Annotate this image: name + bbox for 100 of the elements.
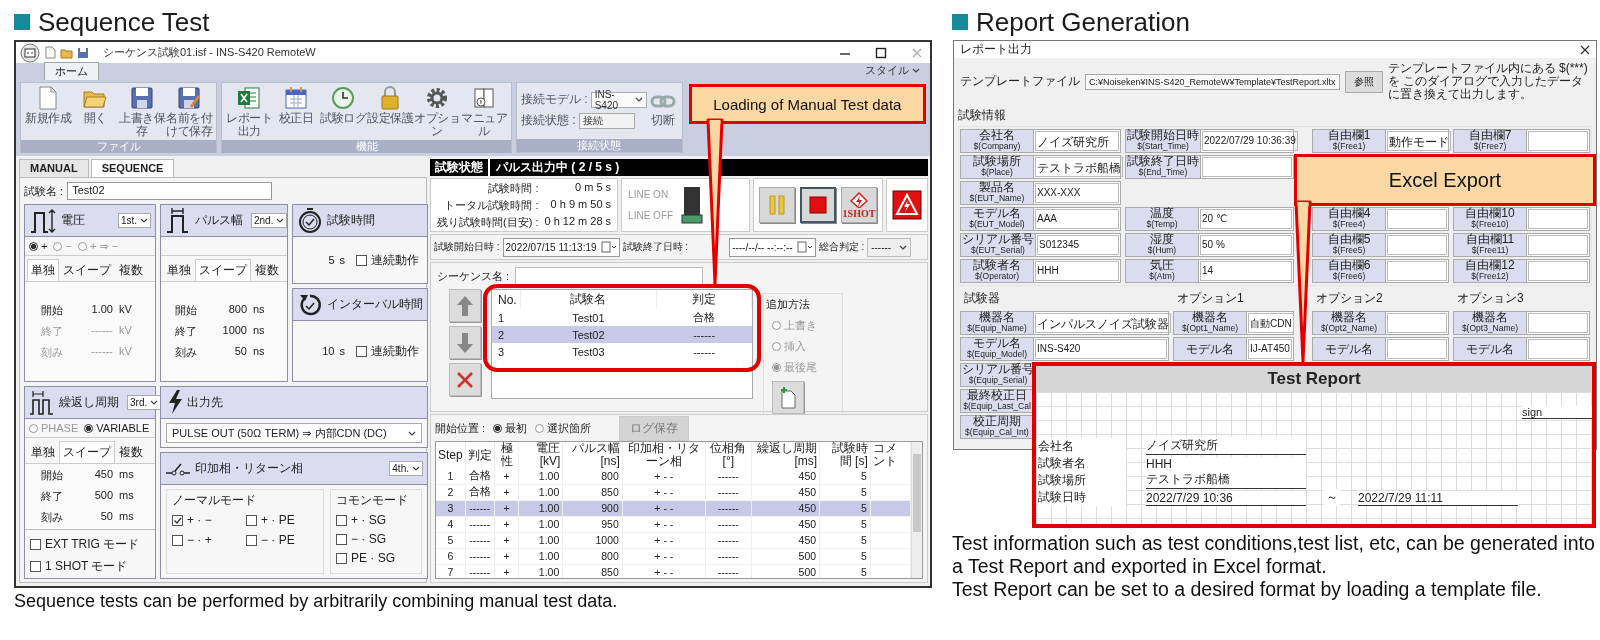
checkbox[interactable]: + · − bbox=[172, 513, 234, 527]
text-field[interactable] bbox=[1387, 339, 1447, 359]
test-name-field[interactable]: Test02 bbox=[67, 182, 273, 200]
document-icon[interactable] bbox=[44, 46, 56, 59]
tab[interactable]: ホーム bbox=[44, 62, 99, 80]
style-menu[interactable]: スタイル bbox=[865, 63, 920, 78]
order-select[interactable]: 4th. bbox=[389, 461, 423, 476]
tab[interactable]: スイープ bbox=[59, 259, 115, 281]
text-field[interactable]: AAA bbox=[1035, 209, 1119, 229]
order-select[interactable]: 3rd. bbox=[127, 395, 162, 410]
checkbox[interactable]: EXT TRIG モード bbox=[30, 536, 150, 553]
ribbon-button[interactable]: マニュアル bbox=[461, 85, 507, 138]
text-field[interactable]: IJ-AT450 bbox=[1248, 339, 1292, 359]
checkbox[interactable]: PE · SG bbox=[336, 551, 416, 565]
tab[interactable]: スイープ bbox=[195, 259, 251, 281]
text-field[interactable]: 自動CDN bbox=[1248, 313, 1294, 333]
tab[interactable]: MANUAL bbox=[19, 159, 89, 177]
maximize-icon[interactable] bbox=[874, 45, 888, 60]
text-field[interactable]: 2022/07/29 10:36:39 bbox=[1202, 131, 1298, 151]
close-icon[interactable] bbox=[1580, 44, 1590, 55]
delete-button[interactable] bbox=[449, 363, 481, 396]
output-select[interactable]: PULSE OUT (50Ω TERM) ⇒ 内部CDN (DC) bbox=[166, 423, 422, 443]
text-field[interactable]: インパルスノイズ試験器 bbox=[1035, 313, 1171, 333]
app-logo-icon[interactable] bbox=[20, 42, 40, 63]
text-field[interactable] bbox=[1202, 157, 1292, 177]
radio-option[interactable]: VARIABLE bbox=[84, 422, 150, 434]
checkbox[interactable]: 連続動作 bbox=[356, 342, 419, 360]
text-field[interactable] bbox=[1528, 235, 1588, 255]
model-select[interactable]: INS-S420 bbox=[590, 91, 647, 108]
order-select[interactable]: 2nd. bbox=[251, 213, 288, 228]
checkbox[interactable]: 1 SHOT モード bbox=[30, 558, 150, 575]
ribbon-button[interactable]: 試験ログ bbox=[320, 85, 366, 125]
text-field[interactable]: S012345 bbox=[1037, 235, 1119, 255]
template-path-field[interactable]: C:¥Noiseken¥INS-S420_RemoteW¥Template¥TestReport.xltx bbox=[1085, 73, 1340, 90]
text-field[interactable]: テストラボ船橋 bbox=[1035, 157, 1123, 177]
tab[interactable]: 単独 bbox=[163, 259, 195, 281]
radio-option[interactable]: 最初 bbox=[493, 420, 528, 436]
ribbon-button[interactable]: 上書き保存 bbox=[119, 85, 165, 138]
folder-icon[interactable] bbox=[60, 46, 73, 59]
ribbon-button[interactable]: 名前を付けて保存 bbox=[166, 85, 212, 138]
text-field[interactable]: 動作モード bbox=[1387, 131, 1451, 151]
checkbox[interactable]: − · SG bbox=[336, 532, 416, 546]
pause-button[interactable] bbox=[759, 187, 795, 223]
text-field[interactable] bbox=[1528, 261, 1588, 281]
ribbon-button[interactable]: 開く bbox=[72, 85, 118, 125]
tab[interactable]: 単独 bbox=[27, 259, 59, 281]
sequence-name-field[interactable] bbox=[515, 267, 704, 285]
ribbon-button[interactable]: レポート出力 bbox=[226, 85, 272, 138]
text-field[interactable] bbox=[1528, 313, 1588, 333]
table-row[interactable]: 1 Test01 合格 bbox=[492, 309, 752, 326]
tab[interactable]: SEQUENCE bbox=[90, 159, 175, 177]
table-row[interactable]: 6 ------ + 1.00 800 + - - ------ 500 5 bbox=[436, 548, 911, 564]
browse-button[interactable]: 参照 bbox=[1344, 70, 1383, 93]
checkbox[interactable]: − · + bbox=[172, 533, 234, 547]
checkbox[interactable]: + · PE bbox=[246, 513, 308, 527]
text-field[interactable]: 20 ℃ bbox=[1200, 209, 1292, 229]
table-row[interactable]: 4 ------ + 1.00 950 + - - ------ 450 5 bbox=[436, 516, 911, 532]
radio-option[interactable]: 選択箇所 bbox=[535, 420, 592, 436]
checkbox[interactable]: 連続動作 bbox=[356, 251, 419, 269]
text-field[interactable] bbox=[1528, 131, 1588, 151]
move-down-button[interactable] bbox=[449, 326, 481, 359]
disconnect-button[interactable]: 切断 bbox=[647, 91, 678, 127]
ribbon-button[interactable]: 新規作成 bbox=[25, 85, 71, 125]
judgement-select[interactable]: ------ bbox=[867, 237, 912, 257]
text-field[interactable]: ノイズ研究所 bbox=[1035, 131, 1119, 151]
text-field[interactable]: 50 % bbox=[1200, 235, 1292, 255]
order-select[interactable]: 1st. bbox=[117, 213, 151, 228]
tab[interactable]: 単独 bbox=[27, 441, 59, 463]
text-field[interactable] bbox=[1387, 313, 1447, 333]
checkbox[interactable]: − · PE bbox=[246, 533, 308, 547]
table-row[interactable]: 2 合格 + 1.00 850 + - - ------ 450 5 bbox=[436, 484, 911, 500]
radio-option[interactable]: + bbox=[29, 240, 48, 252]
tab[interactable]: 複数 bbox=[251, 259, 283, 281]
move-up-button[interactable] bbox=[449, 289, 481, 322]
table-row[interactable]: 7 ------ + 1.00 850 + - - ------ 500 5 bbox=[436, 564, 911, 578]
status-field[interactable]: 接続 bbox=[578, 112, 635, 129]
table-row[interactable]: 5 ------ + 1.00 1000 + - - ------ 450 5 bbox=[436, 532, 911, 548]
tab[interactable]: スイープ bbox=[59, 441, 115, 463]
text-field[interactable] bbox=[1387, 235, 1447, 255]
text-field[interactable]: INS-S420 bbox=[1035, 339, 1167, 359]
text-field[interactable] bbox=[1387, 261, 1447, 281]
text-field[interactable] bbox=[1528, 209, 1588, 229]
text-field[interactable]: XXX-XXX bbox=[1035, 183, 1119, 203]
table-row[interactable]: 2 Test02 ------ bbox=[492, 326, 752, 343]
table-row[interactable]: 3 ------ + 1.00 900 + - - ------ 450 5 bbox=[436, 500, 911, 516]
table-row[interactable]: 1 合格 + 1.00 800 + - - ------ 450 5 bbox=[436, 468, 911, 484]
date-field[interactable]: ----/--/-- --:--:-- bbox=[729, 237, 816, 257]
table-row[interactable]: 3 Test03 ------ bbox=[492, 343, 752, 360]
ribbon-button[interactable]: 校正日 bbox=[273, 85, 319, 125]
text-field[interactable]: HHH bbox=[1035, 261, 1119, 281]
text-field[interactable] bbox=[1387, 209, 1447, 229]
tab[interactable]: 複数 bbox=[115, 259, 147, 281]
text-field[interactable] bbox=[1528, 339, 1588, 359]
stop-button[interactable] bbox=[800, 187, 836, 223]
ribbon-button[interactable]: 設定保護 bbox=[367, 85, 413, 125]
date-field[interactable]: 2022/07/15 11:13:19 bbox=[502, 237, 620, 257]
tab[interactable]: 複数 bbox=[115, 441, 147, 463]
text-field[interactable]: 14 bbox=[1200, 261, 1292, 281]
scrollbar[interactable] bbox=[911, 442, 922, 578]
checkbox[interactable]: + · SG bbox=[336, 513, 416, 527]
